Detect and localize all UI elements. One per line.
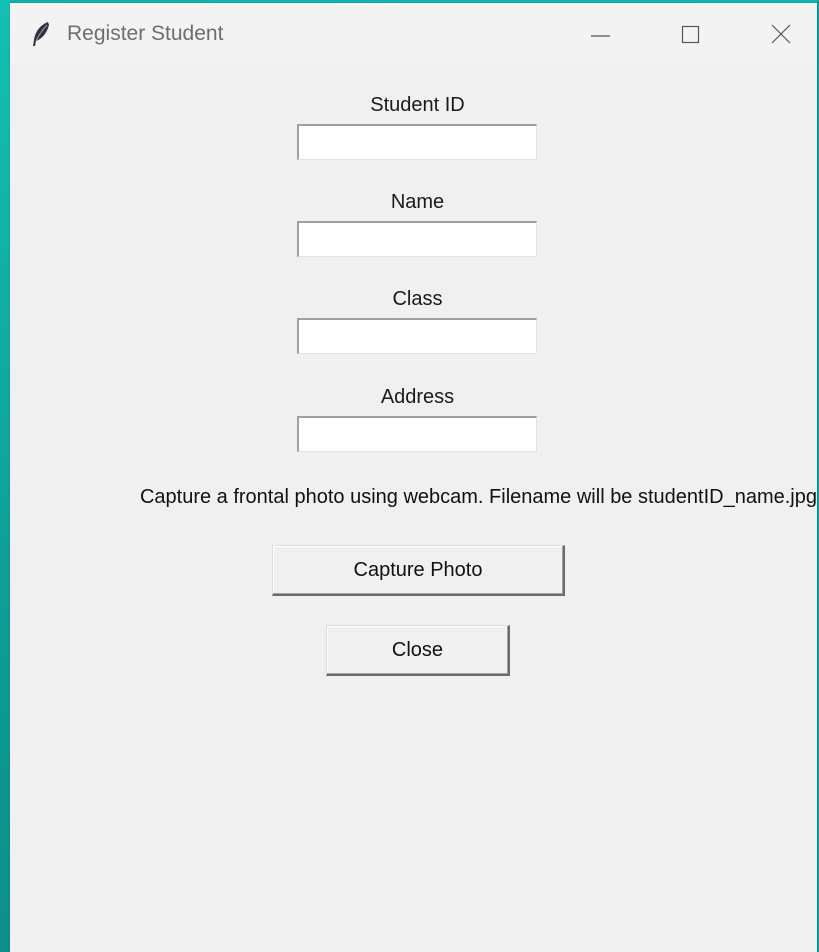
name-label: Name [390, 191, 445, 213]
address-label: Address [380, 386, 455, 408]
capture-instructions: Capture a frontal photo using webcam. Fi… [139, 486, 817, 508]
address-input[interactable] [297, 416, 537, 452]
student-id-input[interactable] [297, 124, 537, 160]
student-id-label: Student ID [370, 94, 465, 116]
maximize-icon [681, 25, 700, 44]
register-student-window: Register Student Student ID Name Class A… [10, 3, 817, 952]
feather-icon [30, 21, 52, 47]
capture-photo-button[interactable]: Capture Photo [272, 545, 565, 596]
class-label: Class [392, 288, 443, 310]
maximize-button[interactable] [655, 3, 725, 65]
close-icon [771, 24, 791, 44]
class-input[interactable] [297, 318, 537, 354]
minimize-icon [591, 35, 610, 37]
minimize-button[interactable] [565, 3, 635, 65]
desktop-background [0, 0, 10, 952]
name-input[interactable] [297, 221, 537, 257]
registration-form: Student ID Name Class Address Capture a … [10, 65, 817, 952]
close-window-button[interactable] [745, 3, 815, 65]
title-bar[interactable]: Register Student [10, 3, 817, 65]
window-title: Register Student [67, 22, 224, 45]
close-button[interactable]: Close [326, 625, 510, 676]
